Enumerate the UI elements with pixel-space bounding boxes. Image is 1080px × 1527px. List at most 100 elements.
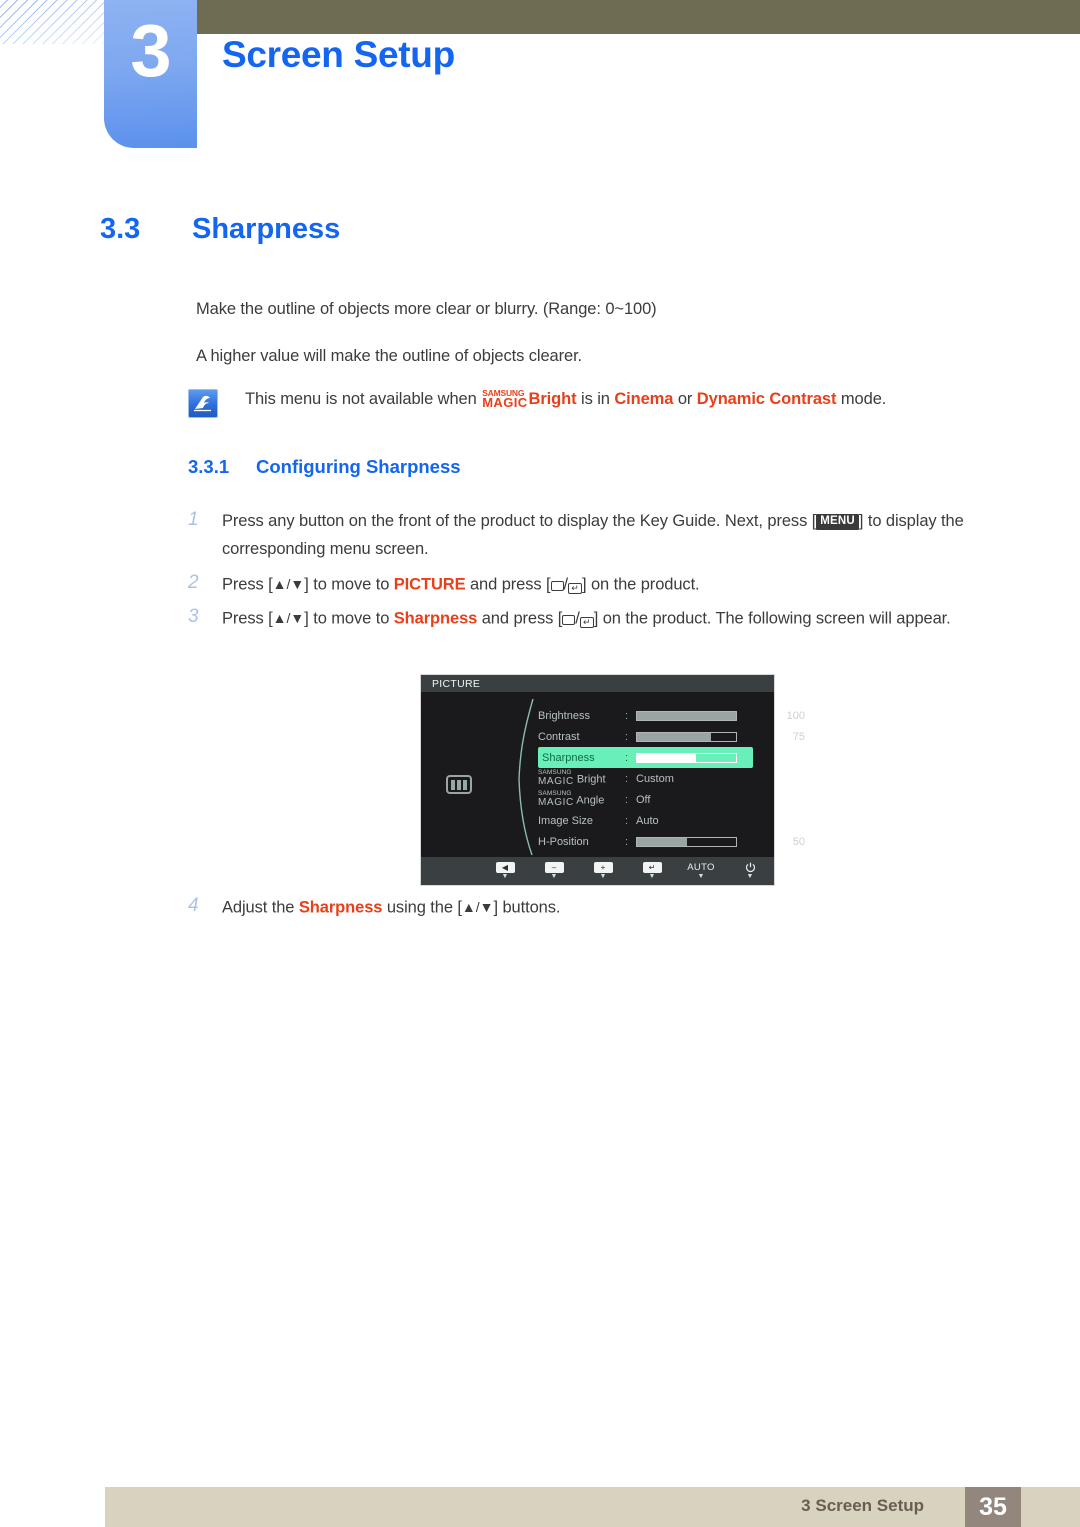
osd-back-button[interactable]: ◀ ▼ [491,862,519,880]
magic-bottom-label: MAGIC [538,796,574,808]
osd-enter-button[interactable]: ↵ ▼ [638,862,666,880]
osd-slider[interactable] [636,710,737,721]
up-down-arrow-icon: ▲/▼ [272,576,305,592]
magic-suffix: Angle [576,794,605,807]
step2-part-a: Press [ [222,575,273,594]
note-block: This menu is not available when SAMSUNG M… [188,388,886,418]
subsection-title: Configuring Sharpness [256,456,461,477]
subsection-heading: 3.3.1 Configuring Sharpness [188,456,461,478]
osd-label: Contrast [538,730,580,743]
osd-value: 50 [792,835,805,848]
step-number: 1 [188,509,199,530]
step-item: 2 Press [▲/▼] to move to PICTURE and pre… [188,570,1000,599]
osd-colon: : [625,814,629,827]
osd-value: 75 [792,730,805,743]
step-number: 4 [188,895,199,916]
osd-slider[interactable] [636,836,737,847]
magic-suffix: Bright [528,390,577,408]
section-title: Sharpness [192,213,341,245]
header-bar [190,0,1080,34]
osd-row-h-position[interactable]: H-Position : 50 [538,831,805,852]
note-mode-2: Dynamic Contrast [696,390,837,408]
osd-label: H-Position [538,835,589,848]
osd-colon: : [625,709,629,722]
note-text-or: or [677,390,693,408]
magic-logo: SAMSUNG MAGIC [538,770,574,787]
osd-row-sharpness[interactable]: Sharpness : 60 [538,747,799,768]
step4-part-b: using the [ [386,898,462,917]
step2-highlight: PICTURE [393,575,466,594]
osd-colon: : [625,772,629,785]
step3-part-c: and press [ [481,609,563,628]
up-down-arrow-icon: ▲/▼ [272,610,305,626]
up-down-arrow-icon: ▲/▼ [461,899,494,915]
enter-box-icon: ↵ [568,582,582,594]
minus-icon: – [544,862,564,873]
step-item: 3 Press [▲/▼] to move to Sharpness and p… [188,604,1000,633]
source-box-icon [562,614,576,625]
magic-bottom-label: MAGIC [482,395,528,410]
osd-auto-button[interactable]: AUTO ▼ [687,862,715,880]
osd-colon: : [625,751,629,764]
osd-row-contrast[interactable]: Contrast : 75 [538,726,805,747]
step-number: 2 [188,572,199,593]
osd-slider[interactable] [636,731,737,742]
enter-icon: ↵ [642,862,662,873]
power-icon [745,862,756,873]
plus-icon: + [593,862,613,873]
step2-part-c: and press [ [469,575,551,594]
button-tick-icon: ▼ [550,873,558,880]
step4-part-a: Adjust the [222,898,295,917]
note-text: This menu is not available when SAMSUNG M… [245,388,886,410]
step3-part-a: Press [ [222,609,273,628]
osd-button-bar: ◀ ▼ – ▼ + ▼ ↵ ▼ AUTO ▼ ▼ [421,857,774,885]
osd-value: Off [636,793,651,806]
section-number: 3.3 [100,213,141,245]
step-text: Press [▲/▼] to move to Sharpness and pre… [222,609,951,628]
osd-row-image-size[interactable]: Image Size : Auto [538,810,753,831]
chapter-number: 3 [130,9,171,92]
back-arrow-icon: ◀ [495,862,515,873]
osd-minus-button[interactable]: – ▼ [540,862,568,880]
step2-part-d: ] on the product. [582,575,700,594]
chapter-title: Screen Setup [222,34,455,75]
enter-box-icon: ↵ [579,616,594,628]
step3-part-d: ] on the product. The following screen w… [593,609,951,628]
button-tick-icon: ▼ [746,873,754,880]
osd-value: 100 [786,709,805,722]
note-pen-icon [188,389,218,418]
osd-value: Auto [636,814,659,827]
osd-power-button[interactable]: ▼ [736,862,764,880]
auto-label: AUTO [687,862,715,873]
button-tick-icon: ▼ [648,873,656,880]
step1-part-a: Press any button on the front of the pro… [222,512,817,530]
osd-slider[interactable] [636,752,737,763]
osd-row-magic-angle[interactable]: SAMSUNG MAGIC Angle : Off [538,789,753,810]
footer-bar [105,1487,1080,1527]
menu-keycap: MENU [816,514,859,531]
step-text: Press any button on the front of the pro… [222,507,1000,563]
osd-label: Image Size [538,814,594,827]
osd-label: SAMSUNG MAGIC Bright [538,770,625,787]
magic-bottom-label: MAGIC [538,775,574,787]
section-heading: 3.3 Sharpness [100,213,340,246]
osd-plus-button[interactable]: + ▼ [589,862,617,880]
note-text-before: This menu is not available when [245,390,477,408]
note-mode-1: Cinema [614,390,674,408]
osd-row-magic-bright[interactable]: SAMSUNG MAGIC Bright : Custom [538,768,753,789]
footer-text: 3 Screen Setup [801,1496,924,1515]
osd-row-brightness[interactable]: Brightness : 100 [538,705,805,726]
osd-screenshot: PICTURE Brightness : 100 Contrast : 75 S… [420,674,805,886]
step-text: Adjust the Sharpness using the [▲/▼] but… [222,893,560,922]
osd-menu-list: Brightness : 100 Contrast : 75 Sharpness… [538,705,805,852]
chapter-badge: 3 [104,0,197,148]
magic-bright-logo: SAMSUNG MAGIC [482,388,528,410]
page-number: 35 [965,1487,1021,1527]
step-item: 1 Press any button on the front of the p… [188,507,1000,563]
osd-label: Brightness [538,709,590,722]
step4-part-c: ] buttons. [493,898,561,917]
magic-suffix: Bright [576,773,606,786]
magic-logo: SAMSUNG MAGIC [538,791,574,808]
description-paragraph-2: A higher value will make the outline of … [196,347,583,365]
osd-label: SAMSUNG MAGIC Angle [538,791,625,808]
